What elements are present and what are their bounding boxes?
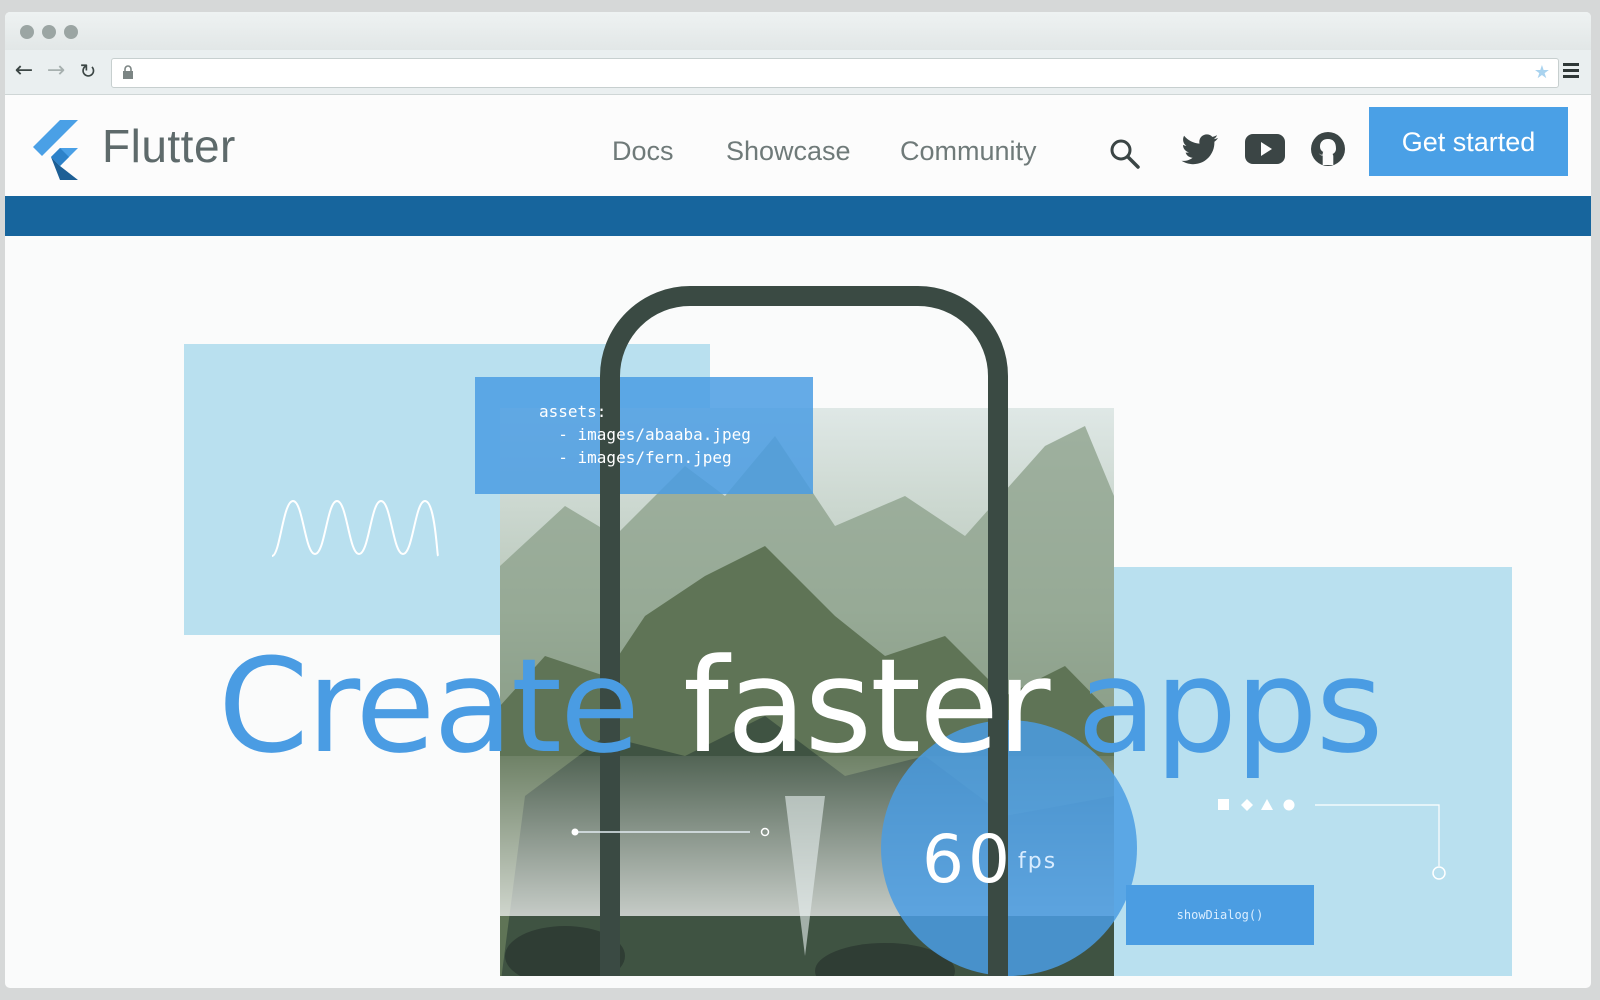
bookmark-star-icon[interactable]: ★ [1534, 62, 1550, 83]
search-icon[interactable] [1109, 138, 1141, 170]
hero-illustration [184, 286, 1512, 976]
reload-icon[interactable]: ↻ [75, 58, 101, 84]
github-icon[interactable] [1310, 131, 1346, 167]
nav-showcase-link[interactable]: Showcase [726, 136, 851, 167]
forward-arrow-icon[interactable]: → [43, 58, 69, 84]
hero-section: assets: - images/abaaba.jpeg - images/fe… [5, 236, 1591, 976]
minimize-window-dot[interactable] [42, 25, 56, 39]
youtube-icon[interactable] [1245, 134, 1285, 164]
title-bar [5, 12, 1591, 50]
twitter-icon[interactable] [1181, 134, 1219, 166]
code-line-2: - images/abaaba.jpeg [539, 425, 751, 444]
nav-community-link[interactable]: Community [900, 136, 1037, 167]
headline-word-faster: faster [683, 630, 1051, 782]
code-line-3: - images/fern.jpeg [539, 448, 732, 467]
headline-word-create: Create [218, 630, 640, 782]
menu-icon[interactable] [1563, 63, 1579, 79]
browser-toolbar: ← → ↻ ★ [5, 50, 1591, 95]
browser-window: ← → ↻ ★ Flutter Docs Showcase Community [5, 12, 1591, 988]
nav-docs-link[interactable]: Docs [612, 136, 674, 167]
dialog-code-label: showDialog() [1126, 885, 1314, 945]
get-started-button[interactable]: Get started [1369, 107, 1568, 176]
fps-unit-label: fps [1018, 849, 1058, 874]
lock-icon [123, 65, 133, 79]
address-bar[interactable]: ★ [111, 58, 1559, 88]
announcement-bar [5, 196, 1591, 236]
brand-name[interactable]: Flutter [102, 119, 236, 173]
square-shape [1218, 799, 1229, 810]
back-arrow-icon[interactable]: ← [11, 58, 37, 84]
headline-word-apps: apps [1077, 630, 1383, 782]
close-window-dot[interactable] [20, 25, 34, 39]
circle-shape [1283, 799, 1295, 811]
flutter-logo-icon[interactable] [30, 120, 82, 180]
fps-value: 60 [922, 821, 1014, 898]
maximize-window-dot[interactable] [64, 25, 78, 39]
slider-start-dot [571, 828, 579, 836]
code-line-1: assets: [539, 402, 607, 421]
